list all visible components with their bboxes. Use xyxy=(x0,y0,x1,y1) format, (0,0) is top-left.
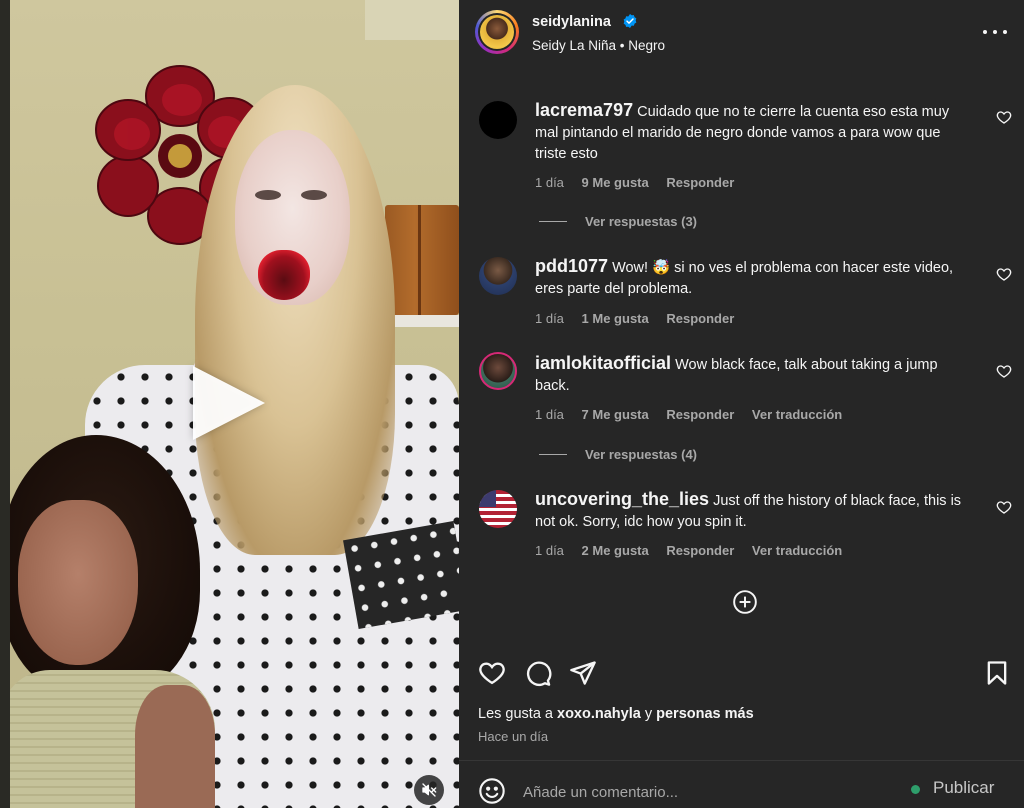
comment-username[interactable]: pdd1077 xyxy=(535,256,608,276)
comment-time[interactable]: 1 día xyxy=(535,175,564,190)
paper-plane-icon[interactable] xyxy=(569,659,597,687)
composer-divider xyxy=(459,760,1024,761)
video-overlay-person xyxy=(0,435,215,808)
view-replies-button[interactable]: Ver respuestas (4) xyxy=(539,447,697,462)
comment-avatar[interactable] xyxy=(479,490,517,528)
comment-likes[interactable]: 7 Me gusta xyxy=(582,407,649,422)
comment-bubble-icon[interactable] xyxy=(524,659,552,687)
author-username[interactable]: seidylanina xyxy=(532,14,611,30)
online-status-dot xyxy=(911,785,920,794)
comment-reply-button[interactable]: Responder xyxy=(666,407,734,422)
heart-icon[interactable] xyxy=(478,659,506,687)
post-audio-subtitle[interactable]: Seidy La Niña • Negro xyxy=(532,38,665,53)
video-person-eye-right xyxy=(301,190,327,200)
bookmark-icon[interactable] xyxy=(983,659,1011,687)
comment-likes[interactable]: 1 Me gusta xyxy=(582,311,649,326)
replies-line xyxy=(539,454,567,455)
overlay-person-arm xyxy=(135,685,215,808)
comment-time[interactable]: 1 día xyxy=(535,543,564,558)
comment-text-block: lacrema797 Cuidado que no te cierre la c… xyxy=(535,100,975,165)
verified-badge-icon xyxy=(623,14,637,28)
comment-likes[interactable]: 2 Me gusta xyxy=(582,543,649,558)
post-time[interactable]: Hace un día xyxy=(478,729,548,744)
comment-meta: 1 día 9 Me gusta Responder xyxy=(535,175,734,190)
more-dot xyxy=(1003,30,1007,34)
muted-speaker-icon xyxy=(422,783,437,797)
comment-avatar[interactable] xyxy=(479,257,517,295)
replies-line xyxy=(539,221,567,222)
view-replies-button[interactable]: Ver respuestas (3) xyxy=(539,214,697,229)
overlay-person-face xyxy=(18,500,138,665)
video-person-sleeve xyxy=(343,520,459,630)
comment-reply-button[interactable]: Responder xyxy=(666,311,734,326)
comment-text-block: uncovering_the_lies Just off the history… xyxy=(535,489,975,533)
likes-prefix: Les gusta a xyxy=(478,706,553,722)
comment-like-icon[interactable] xyxy=(996,266,1012,282)
video-background-ceiling xyxy=(365,0,459,40)
comment-avatar[interactable] xyxy=(479,352,517,390)
comment-like-icon[interactable] xyxy=(996,109,1012,125)
likes-others[interactable]: personas más xyxy=(656,706,754,722)
comment-username[interactable]: uncovering_the_lies xyxy=(535,489,709,509)
video-left-edge xyxy=(0,0,10,808)
comment-meta: 1 día 2 Me gusta Responder Ver traducció… xyxy=(535,543,842,558)
more-dot xyxy=(983,30,987,34)
author-avatar[interactable] xyxy=(475,10,519,54)
comment-text-block: iamlokitaofficial Wow black face, talk a… xyxy=(535,353,975,397)
comment-avatar[interactable] xyxy=(479,101,517,139)
video-person-eye-left xyxy=(255,190,281,200)
comment-translate-button[interactable]: Ver traducción xyxy=(752,543,842,558)
comment-list: lacrema797 Cuidado que no te cierre la c… xyxy=(459,66,1024,646)
author-avatar-image xyxy=(480,15,514,49)
mute-button[interactable] xyxy=(414,775,444,805)
publish-button[interactable]: Publicar xyxy=(933,778,994,798)
comment-meta: 1 día 1 Me gusta Responder xyxy=(535,311,734,326)
comment-likes[interactable]: 9 Me gusta xyxy=(582,175,649,190)
comment-reply-button[interactable]: Responder xyxy=(666,175,734,190)
likes-joiner: y xyxy=(644,706,653,722)
post-header: seidylanina Seidy La Niña • Negro xyxy=(459,0,1024,66)
comment-reply-button[interactable]: Responder xyxy=(666,543,734,558)
post-video[interactable] xyxy=(0,0,459,808)
comment-input[interactable] xyxy=(523,781,903,803)
comment-time[interactable]: 1 día xyxy=(535,311,564,326)
comment-meta: 1 día 7 Me gusta Responder Ver traducció… xyxy=(535,407,842,422)
comment-text-block: pdd1077 Wow! 🤯 si no ves el problema con… xyxy=(535,256,975,300)
flag-canton xyxy=(479,490,496,507)
play-icon[interactable] xyxy=(193,366,265,440)
view-replies-label: Ver respuestas (4) xyxy=(585,447,698,462)
comments-panel: seidylanina Seidy La Niña • Negro lacrem… xyxy=(459,0,1024,808)
comment-username[interactable]: lacrema797 xyxy=(535,100,633,120)
more-dot xyxy=(993,30,997,34)
likes-user[interactable]: xoxo.nahyla xyxy=(557,706,641,722)
video-person-mouth xyxy=(258,250,310,300)
comment-translate-button[interactable]: Ver traducción xyxy=(752,407,842,422)
comment-time[interactable]: 1 día xyxy=(535,407,564,422)
plus-circle-icon[interactable] xyxy=(732,589,758,615)
view-replies-label: Ver respuestas (3) xyxy=(585,214,698,229)
more-options-icon[interactable] xyxy=(983,22,1007,42)
comment-username[interactable]: iamlokitaofficial xyxy=(535,353,671,373)
author-avatar-inner xyxy=(478,13,516,51)
comment-like-icon[interactable] xyxy=(996,499,1012,515)
emoji-icon[interactable] xyxy=(478,777,506,805)
comment-like-icon[interactable] xyxy=(996,363,1012,379)
likes-summary: Les gusta a xoxo.nahyla y personas más xyxy=(478,706,754,722)
